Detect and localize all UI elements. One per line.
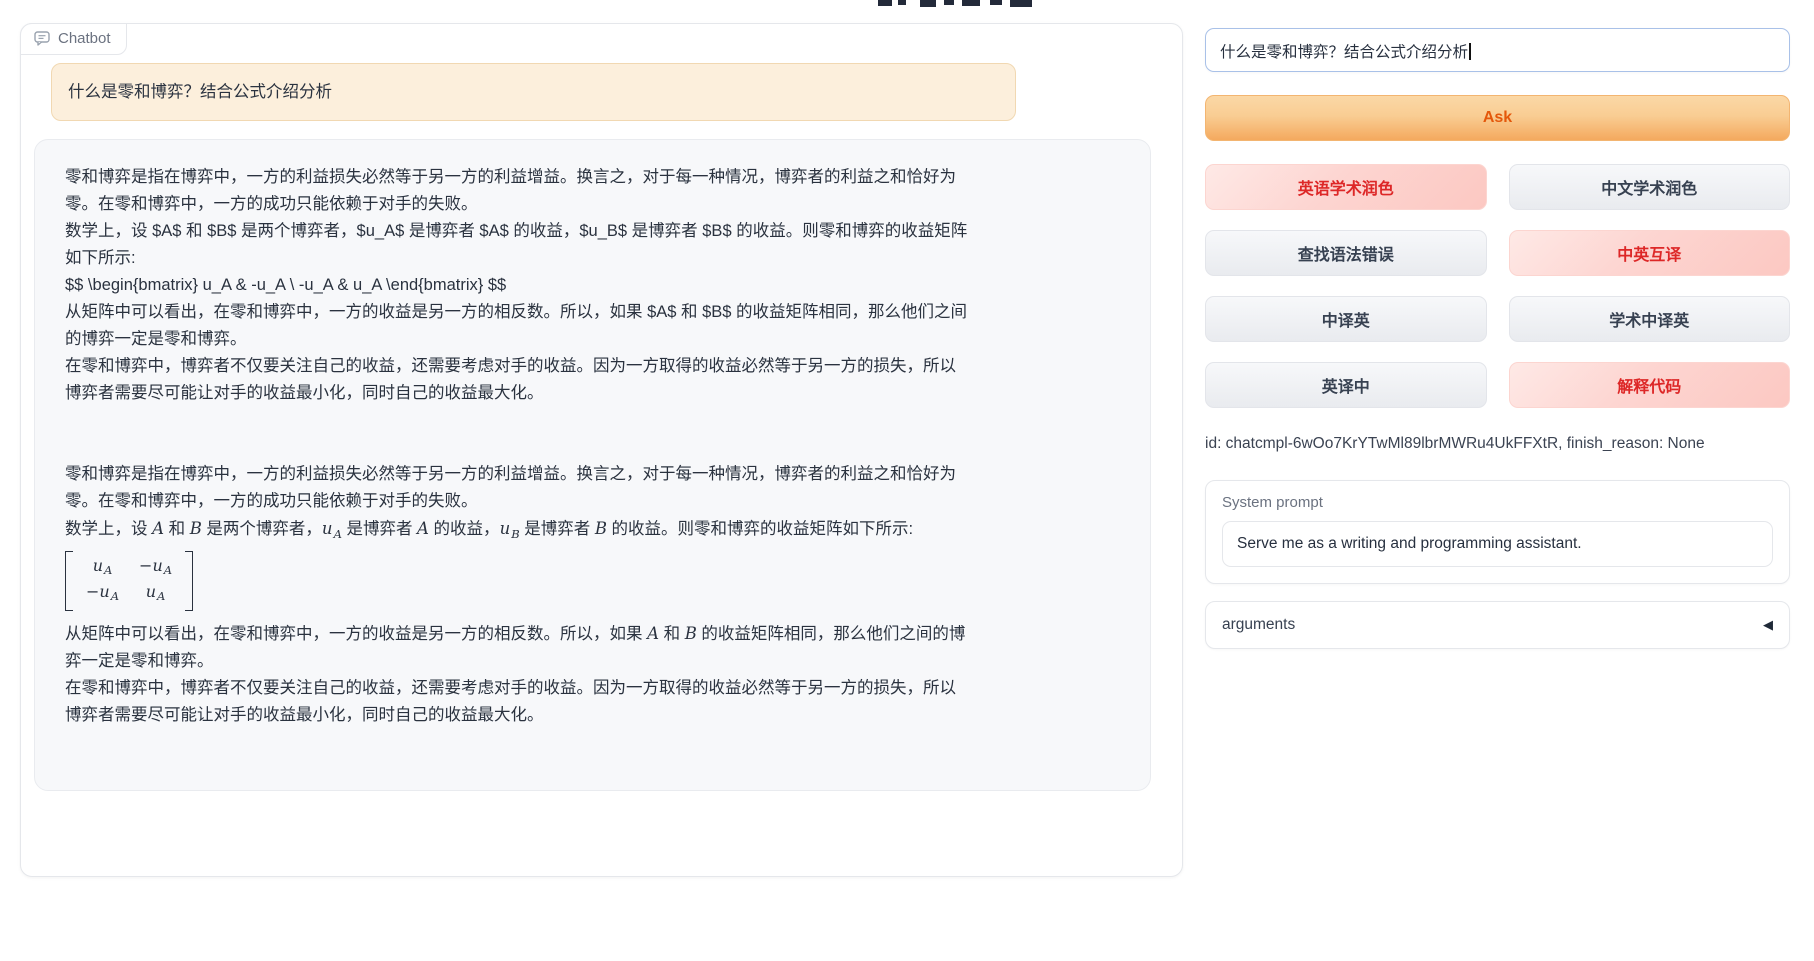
quick-actions-grid: 英语学术润色 中文学术润色 查找语法错误 中英互译 中译英 学术中译英 英译中 … [1205,164,1790,408]
arguments-accordion[interactable]: arguments ◀ [1205,601,1790,649]
matrix-left-bracket [65,551,73,611]
bot-paragraph: 在零和博弈中，博弈者不仅要关注自己的收益，还需要考虑对手的收益。因为一方取得的收… [65,675,970,729]
bot-paragraph: 从矩阵中可以看出，在零和博弈中，一方的收益是另一方的相反数。所以，如果 $A$ … [65,299,970,353]
text-cursor [1469,43,1471,60]
bot-paragraph: 在零和博弈中，博弈者不仅要关注自己的收益，还需要考虑对手的收益。因为一方取得的收… [65,353,970,407]
payoff-matrix: uA −uA −uA uA [65,551,193,611]
control-column: 什么是零和博弈？结合公式介绍分析 Ask 英语学术润色 中文学术润色 查找语法错… [1205,28,1790,649]
quick-button-chinese-academic-polish[interactable]: 中文学术润色 [1509,164,1791,210]
bot-message: 零和博弈是指在博弈中，一方的利益损失必然等于另一方的利益增益。换言之，对于每一种… [34,139,1151,791]
math-var: B [190,519,202,538]
bot-paragraph: 零和博弈是指在博弈中，一方的利益损失必然等于另一方的利益增益。换言之，对于每一种… [65,461,970,515]
quick-button-zh-en-mutual-translate[interactable]: 中英互译 [1509,230,1791,276]
chatbot-panel: Chatbot 什么是零和博弈？结合公式介绍分析 零和博弈是指在博弈中，一方的利… [20,23,1183,877]
quick-button-academic-zh-to-en[interactable]: 学术中译英 [1509,296,1791,342]
matrix-right-bracket [185,551,193,611]
chat-bubble-icon [34,31,50,46]
bot-paragraph: 数学上，设 $A$ 和 $B$ 是两个博弈者，$u_A$ 是博弈者 $A$ 的收… [65,218,970,272]
latex-source-line: $$ \begin{bmatrix} u_A & -u_A \ -u_A & u… [65,272,970,299]
system-prompt-box: System prompt Serve me as a writing and … [1205,480,1790,584]
bot-paragraph-with-math: 数学上，设 A 和 B 是两个博弈者，uA 是博弈者 A 的收益，uB 是博弈者… [65,515,970,548]
math-var: A [647,624,659,643]
quick-button-en-to-zh[interactable]: 英译中 [1205,362,1487,408]
system-prompt-label: System prompt [1222,494,1773,511]
quick-button-english-academic-polish[interactable]: 英语学术润色 [1205,164,1487,210]
user-message-text: 什么是零和博弈？结合公式介绍分析 [68,83,332,101]
math-subscript: B [511,527,519,541]
math-var: B [685,624,697,643]
paragraph-gap [65,407,970,461]
math-subscript: A [334,527,342,541]
chatbot-label: Chatbot [20,23,127,55]
bot-message-text: 零和博弈是指在博弈中，一方的利益损失必然等于另一方的利益增益。换言之，对于每一种… [65,164,970,729]
quick-button-zh-to-en[interactable]: 中译英 [1205,296,1487,342]
math-var: A [152,519,164,538]
math-var: A [417,519,429,538]
bot-paragraph: 零和博弈是指在博弈中，一方的利益损失必然等于另一方的利益增益。换言之，对于每一种… [65,164,970,218]
ask-button[interactable]: Ask [1205,95,1790,141]
accordion-collapse-icon: ◀ [1763,617,1773,633]
arguments-accordion-label: arguments [1222,616,1295,634]
question-input-value: 什么是零和博弈？结合公式介绍分析 [1220,44,1468,61]
question-input[interactable]: 什么是零和博弈？结合公式介绍分析 [1205,28,1790,72]
math-var: u [322,519,333,538]
system-prompt-value: Serve me as a writing and programming as… [1237,535,1582,552]
math-var: u [500,519,511,538]
math-var: B [595,519,607,538]
bot-paragraph-with-math: 从矩阵中可以看出，在零和博弈中，一方的收益是另一方的相反数。所以，如果 A 和 … [65,620,970,675]
quick-button-explain-code[interactable]: 解释代码 [1509,362,1791,408]
system-prompt-input[interactable]: Serve me as a writing and programming as… [1222,521,1773,567]
user-message: 什么是零和博弈？结合公式介绍分析 [51,63,1016,121]
status-line: id: chatcmpl-6wOo7KrYTwMl89lbrMWRu4UkFFX… [1205,435,1790,453]
quick-button-find-grammar-errors[interactable]: 查找语法错误 [1205,230,1487,276]
clipped-page-title [878,0,1044,8]
chatbot-label-text: Chatbot [58,30,111,47]
